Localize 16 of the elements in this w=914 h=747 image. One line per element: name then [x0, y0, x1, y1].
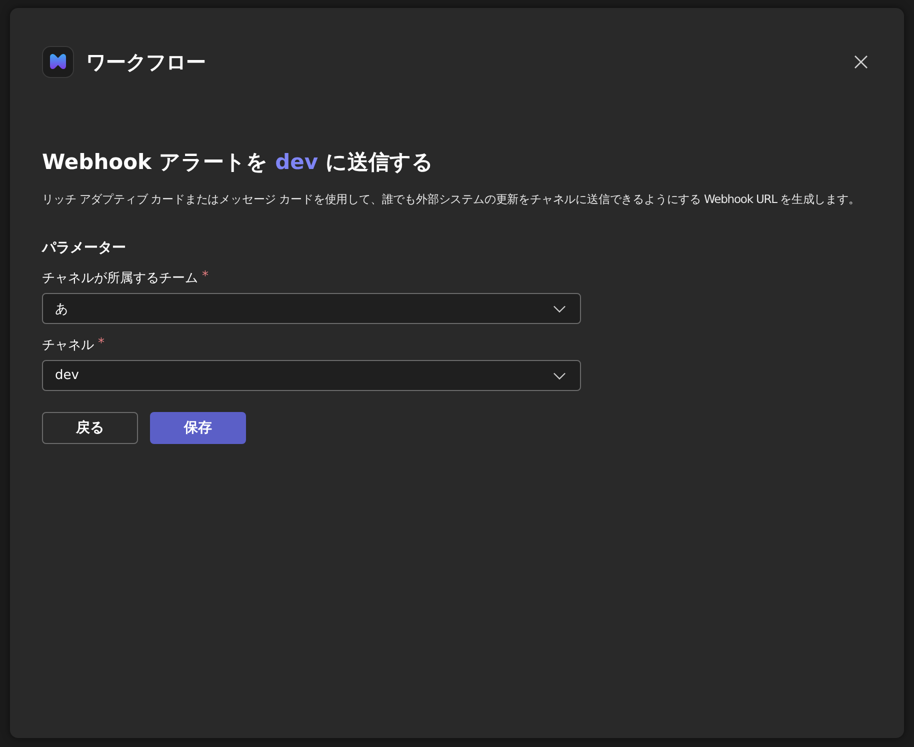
chevron-down-icon — [553, 372, 566, 380]
dialog-title: ワークフロー — [86, 48, 206, 76]
back-button[interactable]: 戻る — [42, 412, 138, 444]
save-button[interactable]: 保存 — [150, 412, 246, 444]
chevron-down-icon — [553, 304, 566, 312]
dropdown[interactable]: dev — [42, 360, 581, 391]
app-logo-icon — [42, 46, 74, 78]
description: リッチ アダプティブ カードまたはメッセージ カードを使用して、誰でも外部システムの更新をチャネルに送信できるようにする Webhook URL を生成します。 — [42, 192, 861, 207]
dropdown[interactable]: あ — [42, 293, 581, 324]
required-mark: * — [202, 269, 208, 286]
close-icon — [854, 55, 868, 69]
field-label: チャネル — [42, 337, 94, 354]
heading: Webhook アラートを dev に送信する — [42, 149, 434, 176]
section-title: パラメーター — [42, 239, 127, 257]
required-mark: * — [98, 336, 104, 353]
field-label: チャネルが所属するチーム — [42, 270, 198, 287]
